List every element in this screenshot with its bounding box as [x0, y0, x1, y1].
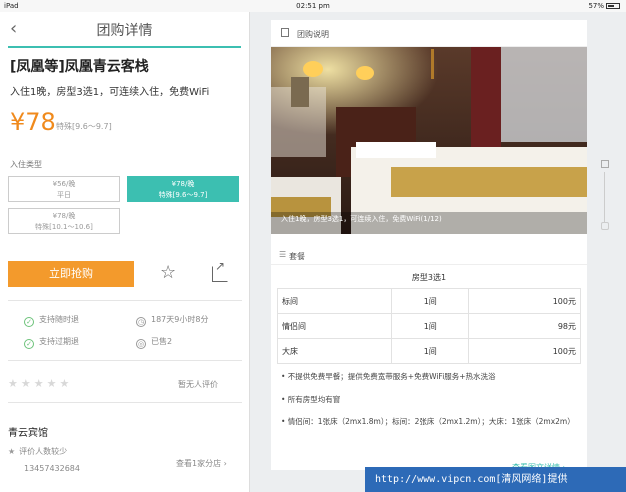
room-price: 100元 [468, 338, 581, 364]
package-header: ☰ 套餐 [271, 245, 587, 265]
check-icon: ✓ [24, 317, 34, 327]
divider [8, 360, 242, 361]
option-price: ¥78/晚 [52, 212, 76, 220]
room-count: 1间 [391, 313, 470, 339]
divider [8, 300, 242, 301]
document-icon [281, 28, 289, 37]
sold-icon: ◎ [136, 339, 146, 349]
note-windows: • 所有房型均有窗 [281, 395, 341, 404]
list-icon: ☰ [279, 250, 287, 259]
divider [8, 402, 242, 403]
rating-stars: ★★★★★ [8, 377, 73, 390]
room-name: 标间 [276, 288, 393, 314]
favorite-star-icon[interactable]: ☆ [160, 262, 176, 283]
shop-name: 青云宾馆 [8, 428, 48, 439]
battery-icon [606, 3, 620, 9]
scroll-top-icon [601, 160, 609, 168]
option-period: 特殊[10.1～10.6] [35, 223, 93, 231]
feature-refund-anytime: ✓ 支持随时退 [24, 314, 79, 327]
page-title: 团购详情 [96, 23, 153, 39]
option-price: ¥78/晚 [171, 180, 195, 188]
scroll-indicator[interactable] [600, 160, 610, 230]
section-title: 团购说明 [297, 30, 329, 39]
section-header: 团购说明 [271, 20, 587, 47]
room-photo-image [271, 47, 587, 234]
room-count: 1间 [391, 288, 470, 314]
note-bed-sizes: • 情侣间：1张床（2mx1.8m）；标间：2张床（2mx1.2m）；大床：1张… [281, 417, 575, 426]
status-bar: iPad 02:51 pm 57% [0, 0, 626, 12]
room-type-label: 入住类型 [10, 160, 42, 169]
package-title: 套餐 [289, 252, 305, 261]
share-icon[interactable] [212, 259, 228, 282]
hotel-description: 入住1晚，房型3选1，可连续入住，免费WiFi [10, 87, 210, 98]
battery-status: 57% [588, 2, 620, 10]
shop-reviews: ★ 评价人数较少 [8, 447, 68, 456]
clock: 02:51 pm [296, 2, 330, 10]
price: ¥78 [10, 108, 56, 136]
room-price: 98元 [468, 313, 581, 339]
shop-phone[interactable]: 13457432684 [24, 464, 80, 473]
room-option-weekday[interactable]: ¥56/晚 平日 [8, 176, 120, 202]
package-table: 标间 1间 100元 情侣间 1间 98元 大床 1间 100元 [276, 288, 581, 364]
battery-percent: 57% [588, 2, 604, 10]
deal-description-panel: 团购说明 入住1晚，房型3选1，可连续入住，免费WiFi(1/12) ☰ 套餐 … [271, 20, 587, 470]
room-name: 大床 [276, 338, 393, 364]
option-period: 平日 [57, 191, 71, 199]
feature-sold-count: ◎ 已售2 [136, 337, 173, 349]
view-branches-link[interactable]: 查看1家分店 › [176, 458, 227, 469]
room-option-special-2[interactable]: ¥78/晚 特殊[10.1～10.6] [8, 208, 120, 234]
room-photo[interactable] [271, 47, 587, 234]
watermark-banner: http://www.vipcn.com[清风网络]提供 [365, 467, 626, 492]
feature-time-left: ◷ 187天9小时8分 [136, 315, 209, 327]
room-name: 情侣间 [276, 313, 393, 339]
scroll-track [604, 172, 605, 222]
buy-now-button[interactable]: 立即抢购 [8, 261, 134, 287]
table-row: 大床 1间 100元 [276, 338, 581, 364]
no-review-text[interactable]: 暂无人评价 [178, 379, 218, 390]
photo-caption: 入住1晚，房型3选1，可连续入住，免费WiFi(1/12) [281, 215, 442, 223]
option-period: 特殊[9.6～9.7] [158, 191, 208, 199]
option-price: ¥56/晚 [52, 180, 76, 188]
check-icon: ✓ [24, 339, 34, 349]
feature-expired-refund: ✓ 支持过期退 [24, 336, 79, 349]
price-note: 特殊[9.6～9.7] [56, 122, 112, 131]
clock-icon: ◷ [136, 317, 146, 327]
table-row: 标间 1间 100元 [276, 288, 581, 314]
table-row: 情侣间 1间 98元 [276, 313, 581, 339]
hotel-name: [凤凰等]凤凰青云客栈 [10, 59, 149, 75]
note-amenities: • 不提供免费早餐；提供免费宽带服务+免费WiFi服务+热水洗浴 [281, 372, 496, 381]
room-option-special-1[interactable]: ¥78/晚 特殊[9.6～9.7] [127, 176, 239, 202]
nav-bar: ‹ 团购详情 [8, 12, 241, 48]
room-price: 100元 [468, 288, 581, 314]
table-title: 房型3选1 [411, 273, 447, 282]
star-icon: ★ [8, 447, 16, 456]
room-count: 1间 [391, 338, 470, 364]
scroll-bottom-icon [601, 222, 609, 230]
